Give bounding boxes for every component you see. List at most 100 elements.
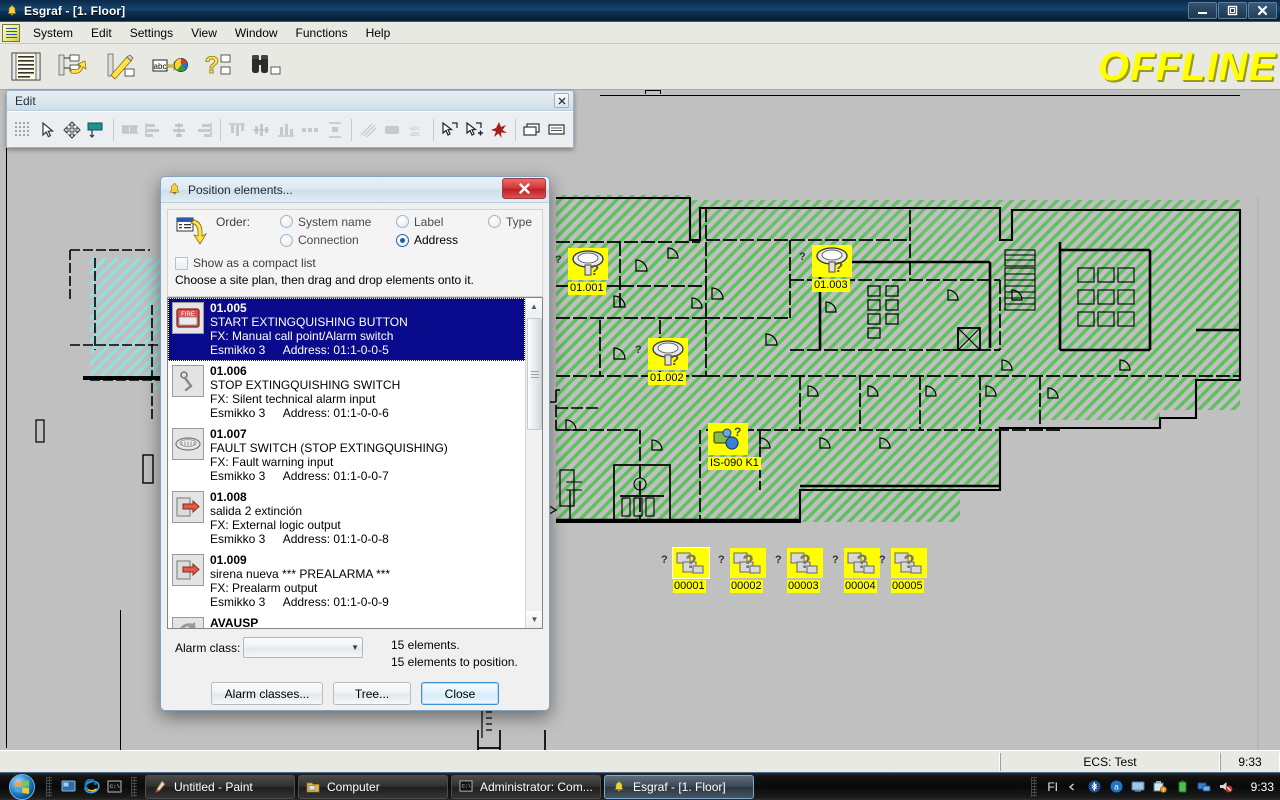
report-list-icon[interactable]	[6, 47, 46, 87]
start-orb-icon	[9, 773, 35, 800]
taskbar-task-list: Untitled - Paint Computer C:\ Administra…	[145, 774, 754, 799]
list-item[interactable]: 01.007 FAULT SWITCH (STOP EXTINGQUISHING…	[168, 424, 525, 487]
elements-list[interactable]: FIRE 01.005 START EXTINGQUISHING BUTTON …	[167, 297, 543, 629]
menu-item-view[interactable]: View	[182, 23, 226, 43]
plan-marker-01-001[interactable]: ? ? 01.001	[555, 248, 608, 296]
element-address: Address: 01:1-0-0-7	[282, 469, 389, 483]
radio-order-label[interactable]: Label	[396, 215, 482, 229]
list-item[interactable]: FIRE 01.005 START EXTINGQUISHING BUTTON …	[168, 298, 525, 361]
grid-icon[interactable]	[13, 118, 33, 142]
tree-button[interactable]: Tree...	[333, 682, 411, 705]
list-item[interactable]: 01.009 sirena nueva *** PREALARMA *** FX…	[168, 550, 525, 613]
plan-marker-01-003[interactable]: ? ? 01.003	[799, 245, 852, 293]
send-back-icon[interactable]	[547, 118, 567, 142]
dialog-titlebar[interactable]: Position elements...	[161, 177, 549, 203]
count-to-position: 15 elements to position.	[391, 655, 518, 669]
scroll-down-arrow[interactable]: ▼	[526, 611, 542, 628]
edit-window-titlebar[interactable]: Edit	[7, 91, 573, 111]
menu-item-settings[interactable]: Settings	[121, 23, 182, 43]
usb-safely-remove-icon[interactable]: !	[1152, 779, 1168, 795]
volume-muted-icon[interactable]	[1218, 779, 1234, 795]
alarm-class-dropdown[interactable]: ▼	[243, 637, 363, 658]
plan-marker-00004[interactable]: ? ? 00004	[832, 548, 880, 593]
menu-item-help[interactable]: Help	[357, 23, 400, 43]
maximize-restore-button[interactable]	[1218, 2, 1247, 19]
menu-item-functions[interactable]: Functions	[287, 23, 357, 43]
toolbar-grip[interactable]	[46, 776, 52, 797]
move-icon[interactable]	[62, 118, 82, 142]
undo-tree-icon[interactable]	[54, 47, 94, 87]
pointer-icon[interactable]	[37, 118, 57, 142]
compact-list-checkbox-row[interactable]: Show as a compact list	[175, 256, 536, 270]
list-item[interactable]: AVAUSP Oven 2201 avauspainike Esmikko: E…	[168, 613, 525, 628]
bring-front-icon[interactable]	[522, 118, 542, 142]
alarm-classes-button[interactable]: Alarm classes...	[211, 682, 323, 705]
select-elements-icon[interactable]	[440, 118, 460, 142]
plan-marker-01-002[interactable]: ? ? 01.002	[635, 338, 688, 386]
radio-dot	[488, 215, 501, 228]
taskbar-item-administrator-cmd[interactable]: C:\ Administrator: Com...	[451, 774, 601, 799]
start-button[interactable]	[2, 773, 42, 800]
dialog-close-button[interactable]	[502, 178, 546, 199]
taskbar-clock[interactable]: 9:33	[1240, 780, 1274, 794]
menu-item-system[interactable]: System	[24, 23, 82, 43]
battery-icon[interactable]	[1174, 779, 1190, 795]
position-elements-dialog: Position elements... Order: System name …	[160, 176, 550, 711]
help-query-icon[interactable]: ?	[198, 47, 238, 87]
tasks-grip[interactable]	[131, 776, 137, 797]
delete-element-icon[interactable]	[489, 118, 509, 142]
plan-marker-00005[interactable]: ? ? 00005	[879, 548, 927, 593]
unknown-device-icon: ?	[730, 548, 766, 578]
network-icon[interactable]	[1196, 779, 1212, 795]
command-prompt-icon[interactable]: C:\	[106, 778, 123, 795]
list-item[interactable]: 01.006 STOP EXTINGQUISHING SWITCH FX: Si…	[168, 361, 525, 424]
marker-label: 00004	[844, 580, 877, 593]
query-glyph: ?	[555, 254, 562, 266]
binoculars-icon[interactable]	[246, 47, 286, 87]
chevron-up-icon[interactable]	[1064, 779, 1080, 795]
internet-explorer-icon[interactable]	[83, 778, 100, 795]
plan-marker-is-090-k1[interactable]: ? IS-090 K1	[708, 423, 761, 471]
tray-language-indicator[interactable]: FI	[1047, 780, 1058, 794]
show-desktop-icon[interactable]	[60, 778, 77, 795]
list-item-text: 01.005 START EXTINGQUISHING BUTTON FX: M…	[210, 301, 521, 357]
sounder-icon	[172, 428, 204, 460]
edit-pencil-icon[interactable]	[102, 47, 142, 87]
radio-order-connection[interactable]: Connection	[280, 233, 390, 247]
compact-list-checkbox[interactable]	[175, 256, 188, 270]
minimize-button[interactable]	[1188, 2, 1217, 19]
close-dialog-button[interactable]: Close	[421, 682, 499, 705]
draw-rect-icon[interactable]	[86, 118, 106, 142]
menu-item-window[interactable]: Window	[226, 23, 287, 43]
list-item[interactable]: 01.008 salida 2 extinción FX: External l…	[168, 487, 525, 550]
elements-list-scrollbar[interactable]: ▲ ▼	[525, 298, 542, 628]
antivirus-icon[interactable]: a	[1108, 779, 1124, 795]
radio-order-system-name[interactable]: System name	[280, 215, 390, 229]
taskbar-item-computer[interactable]: Computer	[298, 774, 448, 799]
dialog-button-row: Alarm classes... Tree... Close	[175, 682, 535, 705]
radio-order-type[interactable]: Type	[488, 215, 532, 229]
plan-marker-00002[interactable]: ? ? 00002	[718, 548, 766, 593]
close-button[interactable]	[1248, 2, 1277, 19]
edit-window-close-button[interactable]	[554, 93, 569, 108]
radio-order-address[interactable]: Address	[396, 233, 482, 247]
paint-icon	[152, 779, 168, 795]
svg-text:?: ?	[685, 552, 697, 573]
abc-color-icon[interactable]: abc	[150, 47, 190, 87]
menu-item-edit[interactable]: Edit	[82, 23, 121, 43]
taskbar-item-esgraf[interactable]: Esgraf - [1. Floor]	[604, 774, 754, 799]
taskbar-item-paint[interactable]: Untitled - Paint	[145, 774, 295, 799]
scrollbar-thumb[interactable]	[527, 318, 542, 430]
command-prompt-icon: C:\	[458, 779, 474, 795]
elements-list-viewport[interactable]: FIRE 01.005 START EXTINGQUISHING BUTTON …	[168, 298, 525, 628]
plan-marker-00001[interactable]: ? ? 00001	[661, 547, 710, 593]
list-item-text: 01.008 salida 2 extinción FX: External l…	[210, 490, 521, 546]
bluetooth-icon[interactable]	[1086, 779, 1102, 795]
plan-marker-00003[interactable]: ? ? 00003	[775, 548, 823, 593]
scroll-up-arrow[interactable]: ▲	[525, 298, 542, 315]
add-element-icon[interactable]	[464, 118, 484, 142]
network-monitor-icon[interactable]	[1130, 779, 1146, 795]
marker-label: IS-090 K1	[708, 457, 761, 470]
tray-grip[interactable]	[1031, 776, 1038, 797]
window-title: Esgraf - [1. Floor]	[24, 3, 126, 18]
